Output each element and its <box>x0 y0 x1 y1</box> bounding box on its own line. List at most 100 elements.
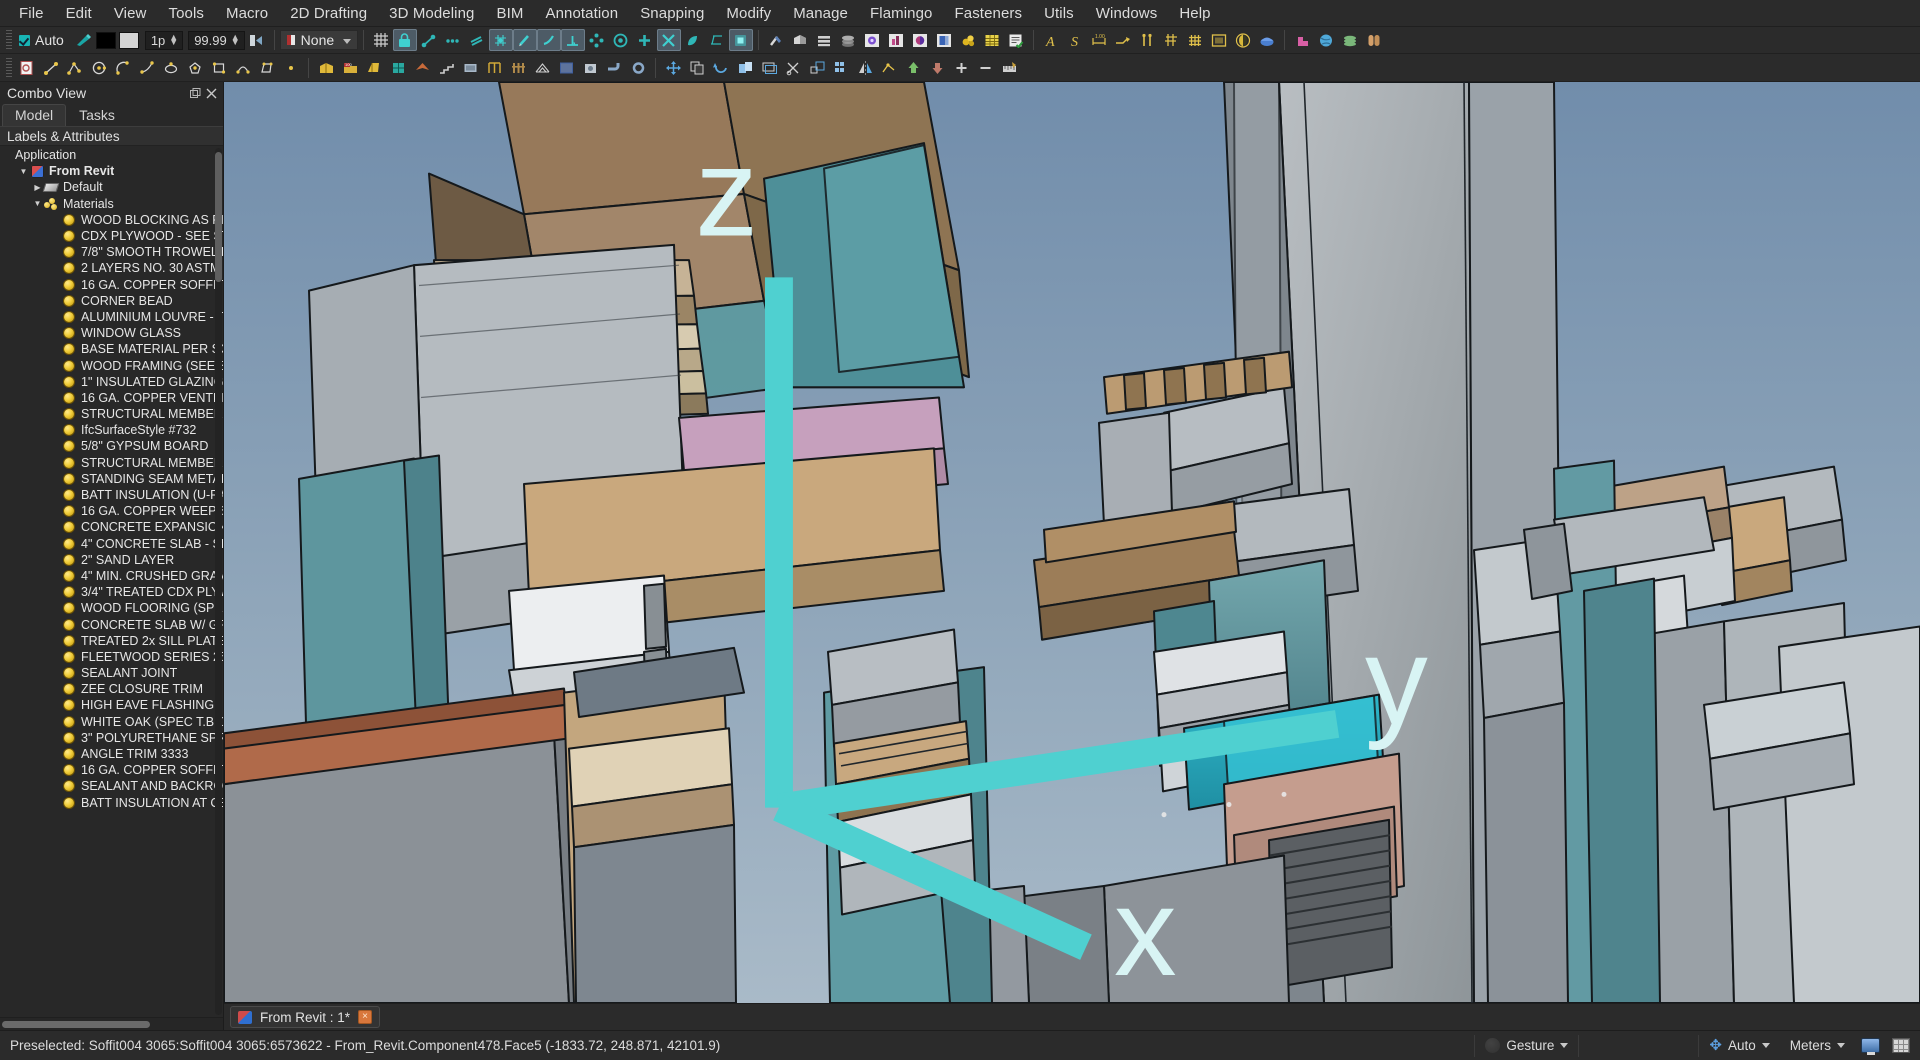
site-icon[interactable] <box>1314 29 1338 51</box>
tree-item[interactable]: 3/4" TREATED CDX PLYWOOD OVER <box>0 584 223 600</box>
tree-item[interactable]: SEALANT JOINT <box>0 665 223 681</box>
tree-item[interactable]: HIGH EAVE FLASHING <box>0 697 223 713</box>
tab-model[interactable]: Model <box>2 104 66 126</box>
offset-icon[interactable] <box>757 57 781 79</box>
menu-item-edit[interactable]: Edit <box>55 2 103 25</box>
leader-icon[interactable] <box>1111 29 1135 51</box>
line-width-field[interactable]: 1p ▲▼ <box>145 31 183 50</box>
navigation-mode-group[interactable]: ✥ Auto <box>1698 1035 1779 1057</box>
world-icon[interactable] <box>1255 29 1279 51</box>
bim-ifc-elements-icon[interactable] <box>860 29 884 51</box>
stack-icon[interactable] <box>1338 29 1362 51</box>
snap-grid-icon[interactable] <box>489 29 513 51</box>
wall-tool-icon[interactable] <box>1290 29 1314 51</box>
rotate-icon[interactable] <box>709 57 733 79</box>
draft-to-sketch-icon[interactable] <box>877 57 901 79</box>
menu-item-file[interactable]: File <box>8 2 55 25</box>
tree-item[interactable]: ALUMINIUM LOUVRE - TBD <box>0 309 223 325</box>
line-color-swatch[interactable] <box>96 32 116 49</box>
grid-icon[interactable] <box>369 29 393 51</box>
tree-item[interactable]: 7/8" SMOOTH TROWEL EXTERIOR <box>0 244 223 260</box>
equipment-icon[interactable] <box>578 57 602 79</box>
snap-perpendicular-icon[interactable] <box>561 29 585 51</box>
menu-item-manage[interactable]: Manage <box>782 2 859 25</box>
menu-item-2d-drafting[interactable]: 2D Drafting <box>279 2 378 25</box>
snap-endpoint-icon[interactable] <box>417 29 441 51</box>
remove-component-icon[interactable] <box>973 57 997 79</box>
menu-item-modify[interactable]: Modify <box>715 2 782 25</box>
circle-icon[interactable] <box>87 57 111 79</box>
snap-center-icon[interactable] <box>609 29 633 51</box>
tree-item[interactable]: CDX PLYWOOD - SEE STRUCTURAL <box>0 228 223 244</box>
tree-item[interactable]: WOOD BLOCKING AS REQUIRED <box>0 212 223 228</box>
snap-working-plane-icon[interactable] <box>729 29 753 51</box>
line-width-spinner[interactable]: ▲▼ <box>167 35 180 45</box>
document-tab[interactable]: From Revit : 1* × <box>230 1006 380 1028</box>
dimension-display-toggle[interactable] <box>1886 1035 1916 1057</box>
tree-item[interactable]: 4" CONCRETE SLAB - SEE CIVIL <box>0 536 223 552</box>
rebar-icon[interactable] <box>362 57 386 79</box>
tree-item[interactable]: WINDOW GLASS <box>0 325 223 341</box>
tree-item[interactable]: STRUCTURAL MEMBER (SEE STRUCT) <box>0 406 223 422</box>
3d-viewport[interactable]: z y x <box>224 82 1920 1003</box>
grid-system-icon[interactable] <box>1183 29 1207 51</box>
dimension-icon[interactable]: 1.00 <box>1087 29 1111 51</box>
snap-add-icon[interactable] <box>633 29 657 51</box>
stairs-icon[interactable] <box>434 57 458 79</box>
tree-item[interactable]: IfcSurfaceStyle #732 <box>0 422 223 438</box>
upgrade-icon[interactable] <box>901 57 925 79</box>
menu-item-tools[interactable]: Tools <box>157 2 215 25</box>
wall-icon[interactable] <box>314 57 338 79</box>
tree-item[interactable]: 5/8" GYPSUM BOARD <box>0 438 223 454</box>
polyline-icon[interactable] <box>63 57 87 79</box>
structure-icon[interactable]: 100 <box>338 57 362 79</box>
bim-preflight-icon[interactable] <box>1004 29 1028 51</box>
menu-item-utils[interactable]: Utils <box>1033 2 1085 25</box>
chevron-down-icon[interactable]: ▼ <box>32 199 43 208</box>
clone-tool-icon[interactable] <box>733 57 757 79</box>
tree-item[interactable]: TREATED 2x SILL PLATE - SEE STRUCT <box>0 633 223 649</box>
line-icon[interactable] <box>39 57 63 79</box>
toolbar-grip[interactable] <box>6 30 12 50</box>
roof-icon[interactable] <box>410 57 434 79</box>
b-spline-icon[interactable] <box>231 57 255 79</box>
axis-system-icon[interactable] <box>1159 29 1183 51</box>
frame-icon[interactable] <box>482 57 506 79</box>
trim-icon[interactable] <box>781 57 805 79</box>
snap-lock-icon[interactable] <box>393 29 417 51</box>
bim-levels-icon[interactable] <box>812 29 836 51</box>
tree-item[interactable]: ▶Default <box>0 179 223 195</box>
menu-item-annotation[interactable]: Annotation <box>534 2 629 25</box>
arc-icon[interactable] <box>111 57 135 79</box>
ellipse-icon[interactable] <box>159 57 183 79</box>
tree-item[interactable]: 16 GA. COPPER WEEP SCREED WITH <box>0 503 223 519</box>
tree-item[interactable]: FLEETWOOD SERIES 250 (SEE ELEVS) <box>0 649 223 665</box>
pipe-icon[interactable] <box>602 57 626 79</box>
tree-item[interactable]: STANDING SEAM METAL ROOF PANEL <box>0 471 223 487</box>
tree-item[interactable]: ZEE CLOSURE TRIM <box>0 681 223 697</box>
menu-item-snapping[interactable]: Snapping <box>629 2 715 25</box>
text-icon[interactable]: A <box>1039 29 1063 51</box>
menu-item-macro[interactable]: Macro <box>215 2 279 25</box>
move-tool-icon[interactable] <box>661 57 685 79</box>
menu-item-flamingo[interactable]: Flamingo <box>859 2 944 25</box>
snap-move-icon[interactable] <box>585 29 609 51</box>
tab-tasks[interactable]: Tasks <box>66 104 128 126</box>
array-icon[interactable] <box>829 57 853 79</box>
bim-ifc-quantities-icon[interactable] <box>884 29 908 51</box>
snap-intersection-icon[interactable] <box>657 29 681 51</box>
tree-horizontal-scrollbar[interactable] <box>0 1017 223 1030</box>
tree-item[interactable]: STRUCTURAL MEMBER (SEE DWGS) <box>0 455 223 471</box>
section-plane-icon[interactable] <box>1207 29 1231 51</box>
bim-schedule-icon[interactable] <box>980 29 1004 51</box>
tree-root-application[interactable]: Application <box>0 147 223 163</box>
screen-toggle[interactable] <box>1855 1035 1886 1057</box>
snap-dimension-icon[interactable] <box>705 29 729 51</box>
space-icon[interactable] <box>554 57 578 79</box>
snap-leaf-icon[interactable] <box>681 29 705 51</box>
gesture-navigation-group[interactable]: Gesture <box>1474 1035 1578 1057</box>
tree-item[interactable]: 16 GA. COPPER VENTED T REVEAL <box>0 390 223 406</box>
tree-item[interactable]: CORNER BEAD <box>0 293 223 309</box>
chevron-down-icon[interactable] <box>1560 1043 1568 1048</box>
copy-icon[interactable] <box>685 57 709 79</box>
